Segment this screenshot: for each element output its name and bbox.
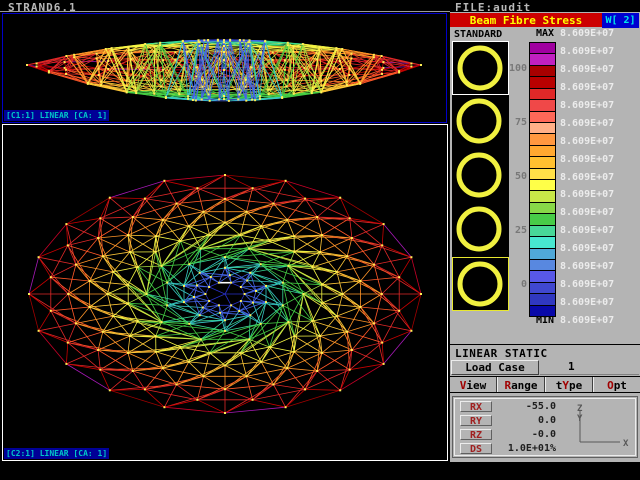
scale-segment bbox=[530, 123, 555, 134]
results-panel: Beam Fibre Stress W[ 2] STANDARD MAX MIN… bbox=[450, 12, 640, 462]
scale-tick: 75 bbox=[503, 117, 527, 128]
scale-value: 8.609E+07 bbox=[560, 172, 614, 183]
button-label: pe bbox=[569, 379, 582, 392]
section-divider bbox=[450, 344, 640, 345]
scale-value: 8.609E+07 bbox=[560, 28, 614, 39]
scale-segment bbox=[530, 249, 555, 260]
scale-value: 8.609E+07 bbox=[560, 225, 614, 236]
scale-tick: 0 bbox=[503, 279, 527, 290]
scale-segment bbox=[530, 203, 555, 214]
scale-tick: 100 bbox=[503, 63, 527, 74]
section-box[interactable] bbox=[452, 149, 509, 203]
viewport-label: [C2:1] LINEAR [CA: 1] bbox=[4, 448, 109, 459]
rz-button[interactable]: RZ bbox=[460, 429, 492, 440]
scale-segment bbox=[530, 271, 555, 282]
scale-value: 8.609E+07 bbox=[560, 243, 614, 254]
ry-value: 0.0 bbox=[500, 415, 556, 426]
scale-value: 8.609E+07 bbox=[560, 279, 614, 290]
button-label: iew bbox=[466, 379, 486, 392]
axis-triad: Z Y X bbox=[568, 402, 638, 456]
rx-value: -55.0 bbox=[500, 401, 556, 412]
scale-value: 8.609E+07 bbox=[560, 100, 614, 111]
rz-value: -0.0 bbox=[500, 429, 556, 440]
viewport-plan[interactable]: [C2:1] LINEAR [CA: 1] bbox=[2, 124, 448, 461]
scale-value: 8.609E+07 bbox=[560, 118, 614, 129]
scale-value: 8.609E+07 bbox=[560, 189, 614, 200]
section-box[interactable] bbox=[452, 41, 509, 95]
beam-section-icon bbox=[453, 42, 508, 94]
scale-segment bbox=[530, 77, 555, 88]
section-box[interactable] bbox=[452, 257, 509, 311]
scale-value: 8.609E+07 bbox=[560, 82, 614, 93]
section-box[interactable] bbox=[452, 203, 509, 257]
scale-segment bbox=[530, 89, 555, 100]
plan-model-svg[interactable] bbox=[3, 125, 447, 460]
beam-section-icon bbox=[453, 258, 508, 310]
button-label: ange bbox=[511, 379, 538, 392]
scale-segment bbox=[530, 54, 555, 65]
result-title-bar: Beam Fibre Stress bbox=[450, 13, 602, 27]
scale-value: 8.609E+07 bbox=[560, 154, 614, 165]
button-label: O bbox=[607, 379, 614, 392]
scale-segment bbox=[530, 169, 555, 180]
scale-segment bbox=[530, 66, 555, 77]
axis-y-label: Y bbox=[577, 414, 583, 424]
range-button[interactable]: Range bbox=[497, 377, 545, 392]
load-case-value[interactable]: 1 bbox=[540, 360, 639, 375]
ry-button[interactable]: RY bbox=[460, 415, 492, 426]
scale-value: 8.609E+07 bbox=[560, 297, 614, 308]
scale-bar bbox=[529, 42, 556, 317]
button-label: Y bbox=[562, 379, 569, 392]
scale-value: 8.609E+07 bbox=[560, 136, 614, 147]
toolbar: ViewRangetYpeOpt bbox=[450, 376, 640, 393]
scale-value: 8.609E+07 bbox=[560, 207, 614, 218]
scale-value: 8.609E+07 bbox=[560, 46, 614, 57]
ds-button[interactable]: DS bbox=[460, 443, 492, 454]
scale-segment bbox=[530, 214, 555, 225]
ds-value: 1.0E+01% bbox=[500, 443, 556, 454]
scale-segment bbox=[530, 43, 555, 54]
elevation-model-svg[interactable] bbox=[3, 14, 446, 122]
max-label: MAX bbox=[536, 28, 554, 39]
scale-value: 8.609E+07 bbox=[560, 315, 614, 326]
scale-segment bbox=[530, 237, 555, 248]
view-button[interactable]: View bbox=[450, 377, 497, 392]
type-button[interactable]: tYpe bbox=[545, 377, 593, 392]
scale-tick: 50 bbox=[503, 171, 527, 182]
scale-segment bbox=[530, 283, 555, 294]
axis-z-label: Z bbox=[577, 404, 583, 414]
scale-value: 8.609E+07 bbox=[560, 64, 614, 75]
rx-button[interactable]: RX bbox=[460, 401, 492, 412]
scale-segment bbox=[530, 191, 555, 202]
scale-tick: 25 bbox=[503, 225, 527, 236]
button-label: pt bbox=[614, 379, 627, 392]
scale-segment bbox=[530, 260, 555, 271]
scale-value: 8.609E+07 bbox=[560, 261, 614, 272]
scale-segment bbox=[530, 306, 555, 316]
axis-x-label: X bbox=[623, 439, 629, 449]
section-box[interactable] bbox=[452, 95, 509, 149]
beam-section-icon bbox=[452, 149, 507, 201]
scale-segment bbox=[530, 226, 555, 237]
scale-segment bbox=[530, 180, 555, 191]
top-divider bbox=[0, 11, 450, 12]
opt-button[interactable]: Opt bbox=[593, 377, 640, 392]
scale-segment bbox=[530, 146, 555, 157]
scale-segment bbox=[530, 294, 555, 305]
scale-segment bbox=[530, 134, 555, 145]
scale-segment bbox=[530, 157, 555, 168]
beam-section-icon bbox=[452, 203, 507, 255]
window-badge[interactable]: W[ 2] bbox=[602, 13, 639, 28]
standard-label: STANDARD bbox=[454, 29, 502, 40]
scale-segment bbox=[530, 100, 555, 111]
scale-segment bbox=[530, 112, 555, 123]
beam-section-icon bbox=[452, 95, 507, 147]
viewport-elevation[interactable]: [C1:1] LINEAR [CA: 1] bbox=[2, 13, 447, 123]
viewport-label: [C1:1] LINEAR [CA: 1] bbox=[4, 110, 109, 121]
load-case-button[interactable]: Load Case bbox=[451, 360, 539, 375]
analysis-type-label: LINEAR STATIC bbox=[455, 347, 548, 360]
